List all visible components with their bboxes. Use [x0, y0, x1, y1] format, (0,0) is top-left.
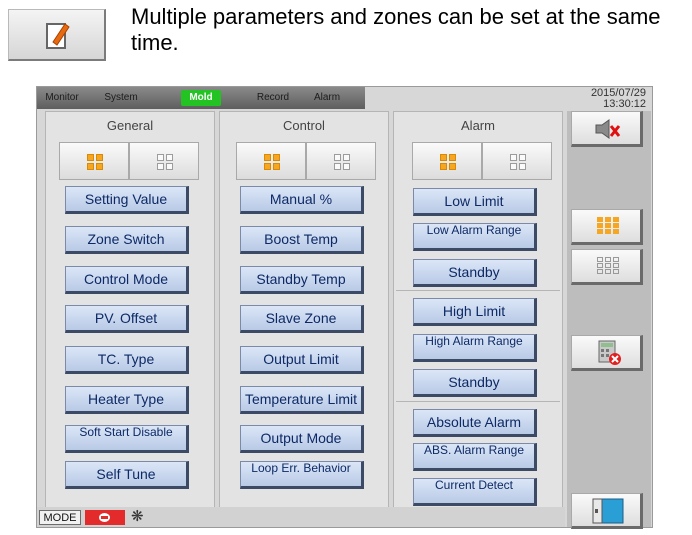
tab-bar: Monitor System Mold Record Alarm [37, 87, 365, 109]
tab-alarm[interactable]: Alarm [305, 90, 349, 106]
pv-offset-button[interactable]: PV. Offset [65, 305, 189, 333]
column-title-alarm: Alarm [461, 118, 495, 133]
alarm-deselect-button[interactable] [482, 142, 552, 180]
stop-icon [99, 513, 110, 522]
deselect-zones-icon [157, 154, 173, 170]
tc-type-button[interactable]: TC. Type [65, 346, 189, 374]
low-alarm-range-button[interactable]: Low Alarm Range [413, 223, 537, 251]
select-all-zones-icon [87, 154, 103, 170]
temperature-limit-button[interactable]: Temperature Limit [240, 386, 364, 414]
alarm-select-all-button[interactable] [412, 142, 482, 180]
heater-type-button[interactable]: Heater Type [65, 386, 189, 414]
divider [396, 290, 560, 291]
note-text: Multiple parameters and zones can be set… [131, 4, 661, 55]
setting-value-button[interactable]: Setting Value [65, 186, 189, 214]
high-standby-button[interactable]: Standby [413, 369, 537, 397]
stop-button[interactable] [85, 510, 125, 525]
high-alarm-range-button[interactable]: High Alarm Range [413, 334, 537, 362]
column-control: Control Manual % Boost Temp Standby Temp… [219, 111, 389, 511]
exit-door-icon [592, 498, 624, 524]
general-select-all-button[interactable] [59, 142, 129, 180]
manual-percent-button[interactable]: Manual % [240, 186, 364, 214]
output-limit-button[interactable]: Output Limit [240, 346, 364, 374]
exit-button[interactable] [571, 493, 643, 529]
deselect-zones-icon [510, 154, 526, 170]
current-detect-button[interactable]: Current Detect [413, 478, 537, 506]
low-standby-button[interactable]: Standby [413, 259, 537, 287]
absolute-alarm-button[interactable]: Absolute Alarm [413, 409, 537, 437]
column-title-control: Control [283, 118, 325, 133]
abs-alarm-range-button[interactable]: ABS. Alarm Range [413, 443, 537, 471]
tab-mold[interactable]: Mold [181, 90, 221, 106]
column-general: General Setting Value Zone Switch Contro… [45, 111, 215, 511]
output-mode-button[interactable]: Output Mode [240, 425, 364, 453]
tab-monitor[interactable]: Monitor [39, 90, 85, 106]
tab-system[interactable]: System [99, 90, 143, 106]
clock-time: 13:30:12 [603, 98, 646, 110]
status-bar: MODE ❋ [37, 507, 565, 527]
self-tune-button[interactable]: Self Tune [65, 461, 189, 489]
general-deselect-button[interactable] [129, 142, 199, 180]
select-all-zones-icon [440, 154, 456, 170]
control-deselect-button[interactable] [306, 142, 376, 180]
deselect-zones-button[interactable] [571, 249, 643, 285]
select-all-zones-button[interactable] [571, 209, 643, 245]
standby-temp-button[interactable]: Standby Temp [240, 266, 364, 294]
soft-start-disable-button[interactable]: Soft Start Disable [65, 425, 189, 453]
edit-note-icon [8, 9, 106, 61]
right-toolbar [567, 111, 651, 529]
tab-record[interactable]: Record [251, 90, 295, 106]
low-limit-button[interactable]: Low Limit [413, 188, 537, 216]
zone-switch-button[interactable]: Zone Switch [65, 226, 189, 254]
boost-temp-button[interactable]: Boost Temp [240, 226, 364, 254]
column-alarm: Alarm Low Limit Low Alarm Range Standby … [393, 111, 563, 511]
deselect-zones-icon [597, 257, 619, 275]
mode-indicator[interactable]: MODE [39, 510, 81, 525]
high-limit-button[interactable]: High Limit [413, 298, 537, 326]
column-title-general: General [106, 118, 154, 133]
calculator-cancel-icon [598, 340, 621, 365]
loop-err-behavior-button[interactable]: Loop Err. Behavior [240, 461, 364, 489]
select-all-zones-icon [264, 154, 280, 170]
control-mode-button[interactable]: Control Mode [65, 266, 189, 294]
mute-speaker-icon [595, 119, 621, 139]
deselect-zones-icon [334, 154, 350, 170]
divider [396, 401, 560, 402]
control-select-all-button[interactable] [236, 142, 306, 180]
calculator-cancel-button[interactable] [571, 335, 643, 371]
clock: 2015/07/29 13:30:12 [591, 88, 646, 110]
hmi-screen: Monitor System Mold Record Alarm 2015/07… [36, 86, 653, 529]
select-all-zones-icon [597, 217, 619, 235]
slave-zone-button[interactable]: Slave Zone [240, 305, 364, 333]
mute-button[interactable] [571, 111, 643, 147]
fan-icon: ❋ [131, 508, 144, 525]
